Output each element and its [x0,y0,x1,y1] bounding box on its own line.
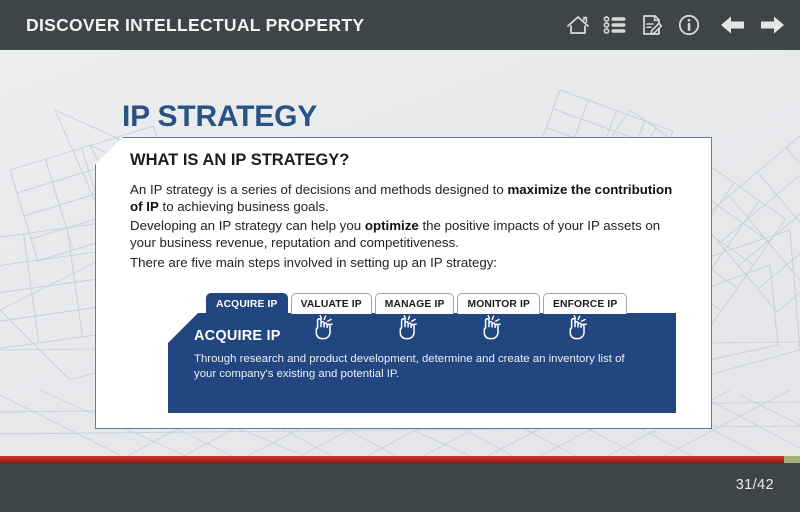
navigation-icon-group [565,13,786,37]
step-detail-title: ACQUIRE IP [194,328,281,344]
tab-list: ACQUIRE IP VALUATE IP MANAGE IP MONITOR IP E… [206,293,628,314]
progress-bar-track [0,456,800,463]
tab-label: MANAGE IP [384,298,445,310]
previous-arrow-icon[interactable] [719,13,747,37]
tab-acquire-ip[interactable]: ACQUIRE IP [206,293,288,314]
top-navigation-bar: DISCOVER INTELLECTUAL PROPERTY [0,0,800,50]
progress-bar-fill [0,456,784,463]
steps-tab-widget: ACQUIRE IP VALUATE IP MANAGE IP MONITOR IP E… [168,293,676,419]
plain-text: to achieving business goals. [158,198,329,214]
body-paragraph-1: An IP strategy is a series of decisions … [130,182,678,215]
info-icon[interactable] [676,13,702,37]
plain-text: An IP strategy is a series of decisions … [130,182,508,197]
emphasis-text: optimize [364,218,419,233]
page-title: IP STRATEGY [122,100,318,133]
tab-label: MONITOR IP [467,298,530,310]
next-arrow-icon[interactable] [758,13,786,37]
plain-text: Developing an IP strategy can help you [130,218,365,233]
content-card: WHAT IS AN IP STRATEGY? An IP strategy i… [95,137,712,429]
tab-manage-ip[interactable]: MANAGE IP [374,293,455,314]
notes-icon[interactable] [639,13,665,37]
step-detail-panel: ACQUIRE IP Through research and product … [168,313,676,413]
page-indicator: 31/42 [735,477,774,493]
slide-stage: DISCOVER INTELLECTUAL PROPERTY IP STRATE… [0,0,800,512]
home-icon[interactable] [565,13,591,37]
step-detail-body: Through research and product development… [194,353,625,380]
menu-list-icon[interactable] [602,13,628,37]
tab-label: VALUATE IP [300,298,362,310]
tab-monitor-ip[interactable]: MONITOR IP [457,293,540,314]
body-paragraph-3: There are five main steps involved in se… [130,255,678,272]
tab-label: ACQUIRE IP [216,298,278,310]
card-heading: WHAT IS AN IP STRATEGY? [130,151,350,169]
body-paragraph-2: Developing an IP strategy can help you o… [130,218,678,251]
plain-text: There are five main steps involved in se… [130,255,498,270]
course-title: DISCOVER INTELLECTUAL PROPERTY [26,14,365,35]
tab-valuate-ip[interactable]: VALUATE IP [290,293,372,314]
tab-label: ENFORCE IP [553,298,618,310]
footer-bar: 31/42 [0,463,800,512]
tab-enforce-ip[interactable]: ENFORCE IP [543,293,628,314]
